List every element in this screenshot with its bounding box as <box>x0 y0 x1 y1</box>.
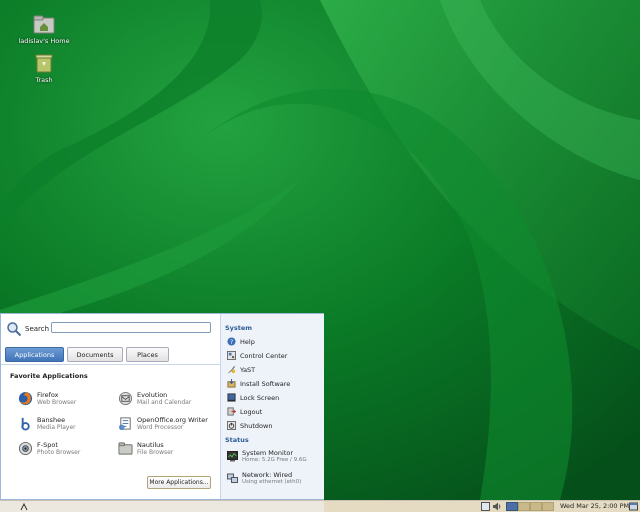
workspace-3[interactable] <box>530 502 542 511</box>
help-icon: ? <box>227 337 236 346</box>
app-openoffice-writer[interactable]: OpenOffice.org Writer Word Processor <box>118 415 218 435</box>
search-label: Search <box>25 325 50 333</box>
app-fspot[interactable]: F-Spot Photo Browser <box>18 440 118 460</box>
workspace-1[interactable] <box>506 502 518 511</box>
workspace-2[interactable] <box>518 502 530 511</box>
banshee-icon <box>21 417 30 431</box>
clock[interactable]: Wed Mar 25, 2:00 PM <box>560 502 629 510</box>
favorites-heading: Favorite Applications <box>10 372 88 380</box>
system-item-help[interactable]: ? Help <box>227 336 319 348</box>
firefox-icon <box>18 391 33 406</box>
nautilus-icon <box>118 442 133 455</box>
network-icon <box>227 473 238 483</box>
computer-menu-icon[interactable] <box>20 502 29 511</box>
system-item-logout[interactable]: Logout <box>227 406 319 418</box>
volume-icon[interactable] <box>492 502 501 511</box>
logout-icon <box>227 407 236 416</box>
system-item-lock-screen[interactable]: Lock Screen <box>227 392 319 404</box>
search-icon <box>7 322 22 337</box>
shutdown-icon <box>227 421 236 430</box>
tab-documents[interactable]: Documents <box>67 347 123 362</box>
tab-divider <box>1 364 220 365</box>
status-heading: Status <box>225 436 249 444</box>
yast-icon <box>227 365 236 374</box>
desktop-icon-home[interactable]: ladislav's Home <box>14 14 74 45</box>
system-item-control-center[interactable]: Control Center <box>227 350 319 362</box>
app-banshee[interactable]: Banshee Media Player <box>18 415 118 435</box>
system-item-install-software[interactable]: Install Software <box>227 378 319 390</box>
control-center-icon <box>227 351 236 360</box>
tab-applications[interactable]: Applications <box>5 347 64 362</box>
taskbar: Wed Mar 25, 2:00 PM <box>0 500 640 512</box>
workspace-4[interactable] <box>542 502 554 511</box>
system-monitor-icon <box>227 451 238 462</box>
evolution-icon <box>118 391 133 406</box>
app-evolution[interactable]: Evolution Mail and Calendar <box>118 390 218 410</box>
search-input[interactable] <box>51 322 211 333</box>
more-applications-button[interactable]: More Applications... <box>147 476 211 489</box>
system-heading: System <box>225 324 253 332</box>
home-folder-icon <box>33 15 55 34</box>
status-item-network[interactable]: Network: Wired Using ethernet (eth0) <box>227 471 323 491</box>
svg-text:?: ? <box>230 339 233 346</box>
menu-left-pane: Search Applications Documents Places Fav… <box>1 314 220 499</box>
search-row: Search <box>6 321 216 337</box>
fspot-icon <box>18 441 33 456</box>
trash-icon <box>35 54 53 73</box>
main-menu: Search Applications Documents Places Fav… <box>0 313 324 500</box>
desktop-icon-trash[interactable]: Trash <box>14 53 74 84</box>
lock-screen-icon <box>227 393 236 402</box>
menu-right-pane: System ? Help Control Center YaST Instal… <box>220 314 324 499</box>
install-software-icon <box>227 379 236 388</box>
system-item-shutdown[interactable]: Shutdown <box>227 420 319 432</box>
system-item-yast[interactable]: YaST <box>227 364 319 376</box>
status-item-system-monitor[interactable]: System Monitor Home: 5.2G Free / 9.6G <box>227 449 323 469</box>
tab-places[interactable]: Places <box>126 347 169 362</box>
show-desktop-icon[interactable] <box>629 502 638 511</box>
updates-tray-icon[interactable] <box>481 502 490 511</box>
app-firefox[interactable]: Firefox Web Browser <box>18 390 118 410</box>
app-nautilus[interactable]: Nautilus File Browser <box>118 440 218 460</box>
writer-icon <box>118 417 131 431</box>
